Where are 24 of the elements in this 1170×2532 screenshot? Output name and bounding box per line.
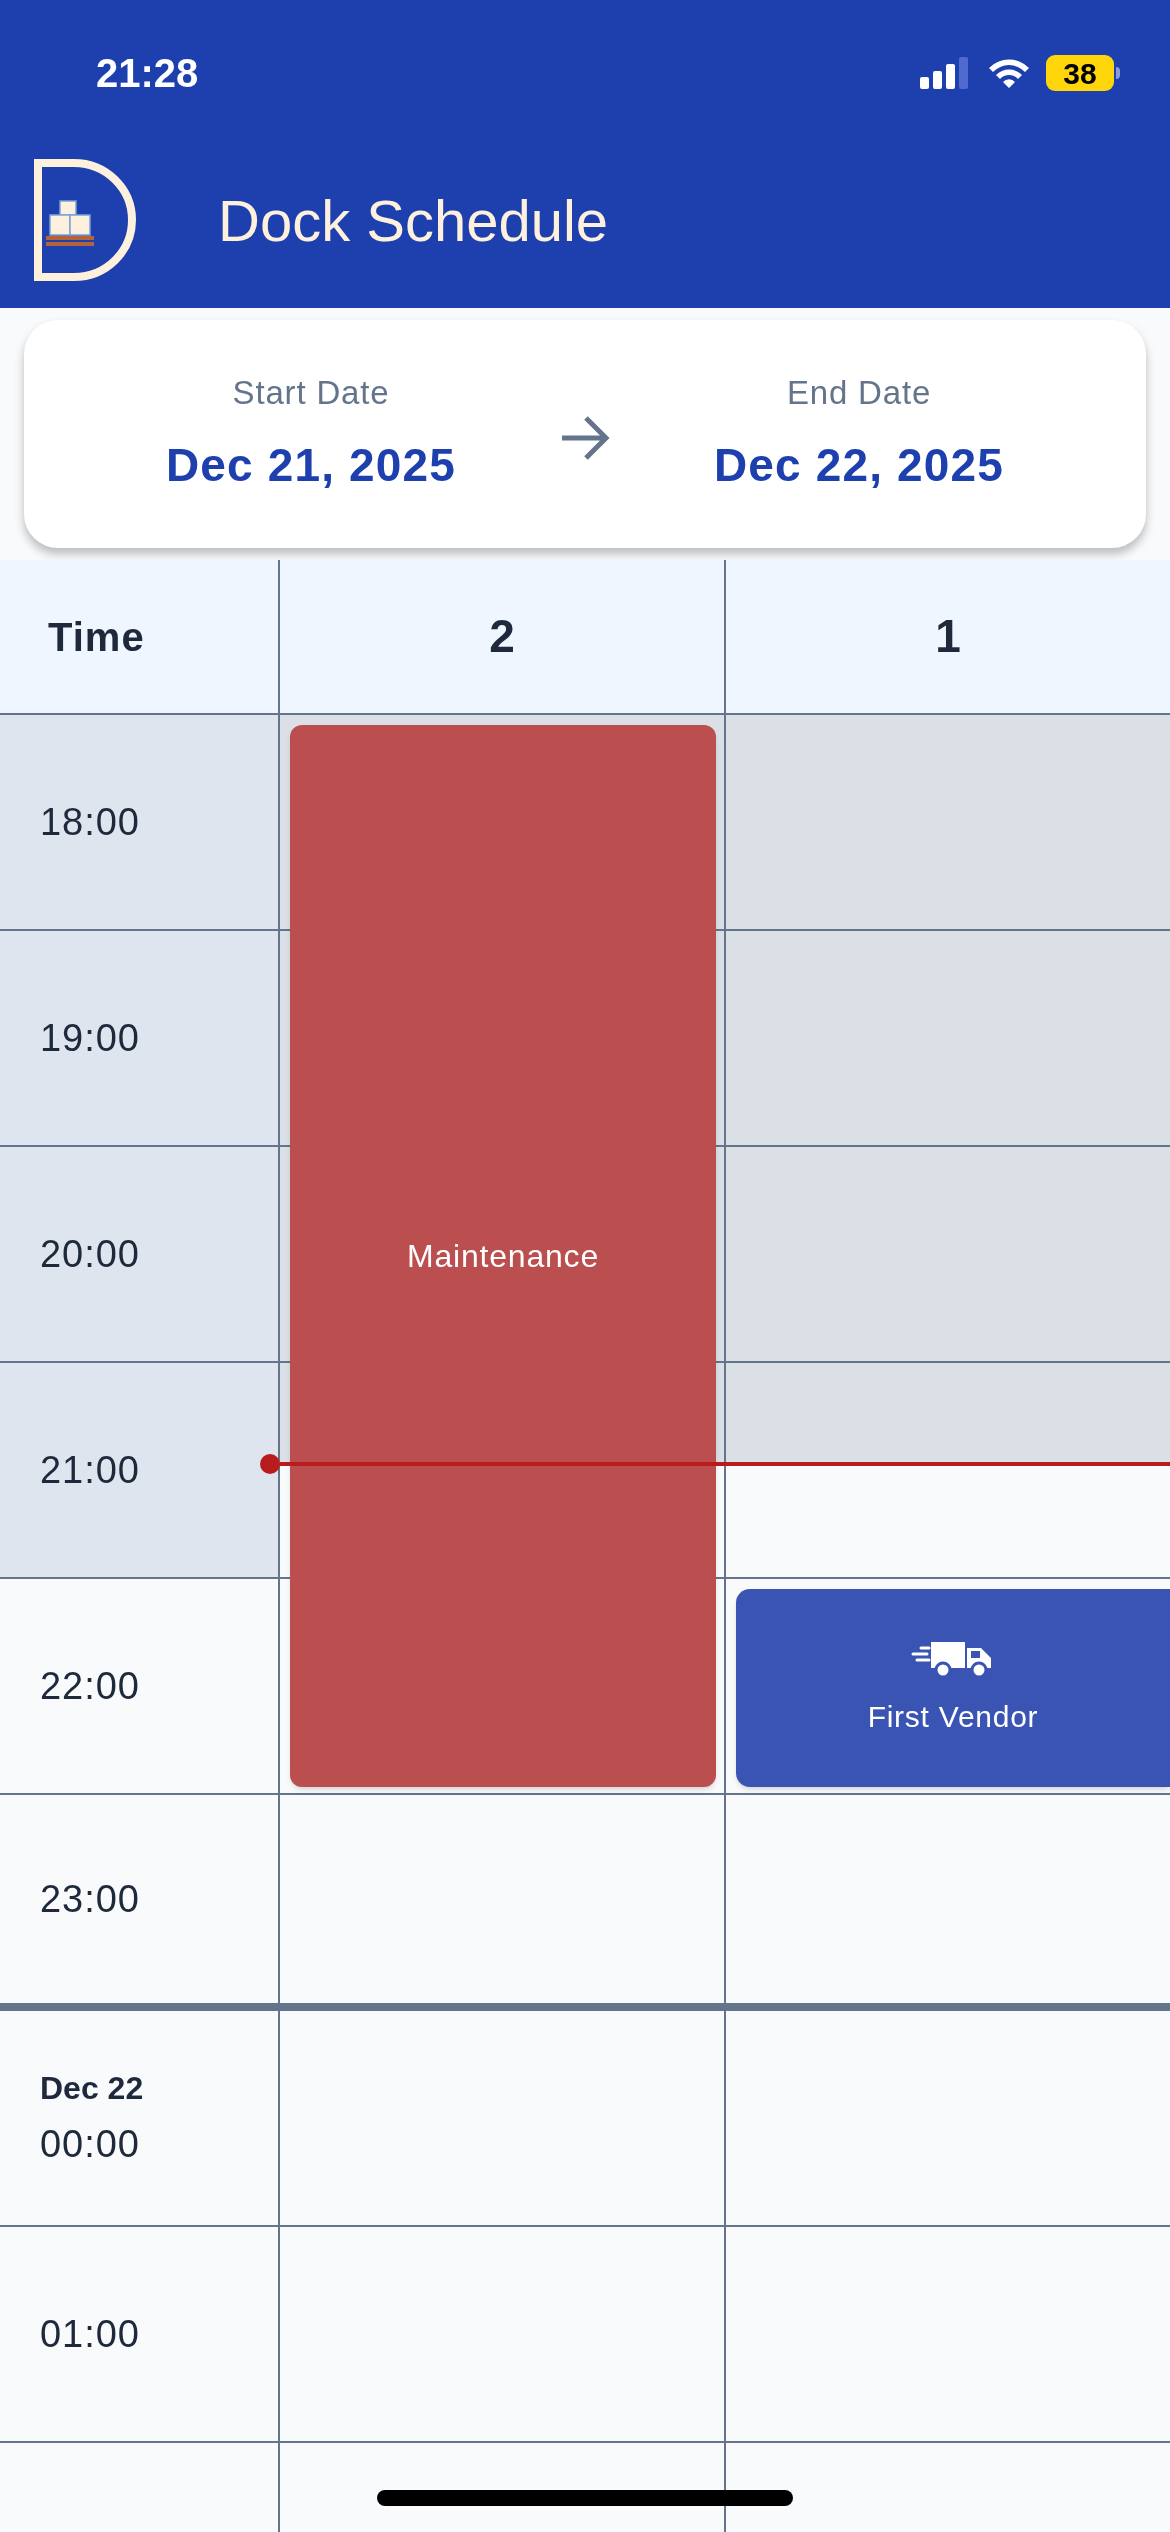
- time-label: 20:00: [40, 1231, 140, 1277]
- maintenance-block[interactable]: Maintenance: [290, 725, 716, 1787]
- battery-level: 38: [1063, 55, 1097, 92]
- start-date-value[interactable]: Dec 21, 2025: [166, 431, 456, 501]
- end-date-label: End Date: [786, 372, 932, 413]
- time-label: 23:00: [40, 1876, 140, 1922]
- app-title: Dock Schedule: [218, 186, 609, 255]
- time-label: 00:00: [40, 2121, 140, 2167]
- event-title: First Vendor: [867, 1698, 1039, 1735]
- dock-column-header: 1: [935, 609, 961, 664]
- time-label: 19:00: [40, 1015, 140, 1061]
- dock-column-header: 2: [489, 609, 515, 664]
- end-date-value[interactable]: Dec 22, 2025: [714, 431, 1004, 501]
- status-time: 21:28: [96, 50, 199, 97]
- time-label: 21:00: [40, 1447, 140, 1493]
- time-label: 01:00: [40, 2311, 140, 2357]
- time-column-header: Time: [48, 613, 145, 661]
- logo-icon: [34, 159, 136, 281]
- delivery-block[interactable]: First Vendor: [736, 1589, 1170, 1787]
- time-label: 18:00: [40, 799, 140, 845]
- time-label: 22:00: [40, 1663, 140, 1709]
- event-title: Maintenance: [406, 1237, 599, 1276]
- start-date-label: Start Date: [232, 372, 390, 413]
- date-label: Dec 22: [40, 2068, 144, 2108]
